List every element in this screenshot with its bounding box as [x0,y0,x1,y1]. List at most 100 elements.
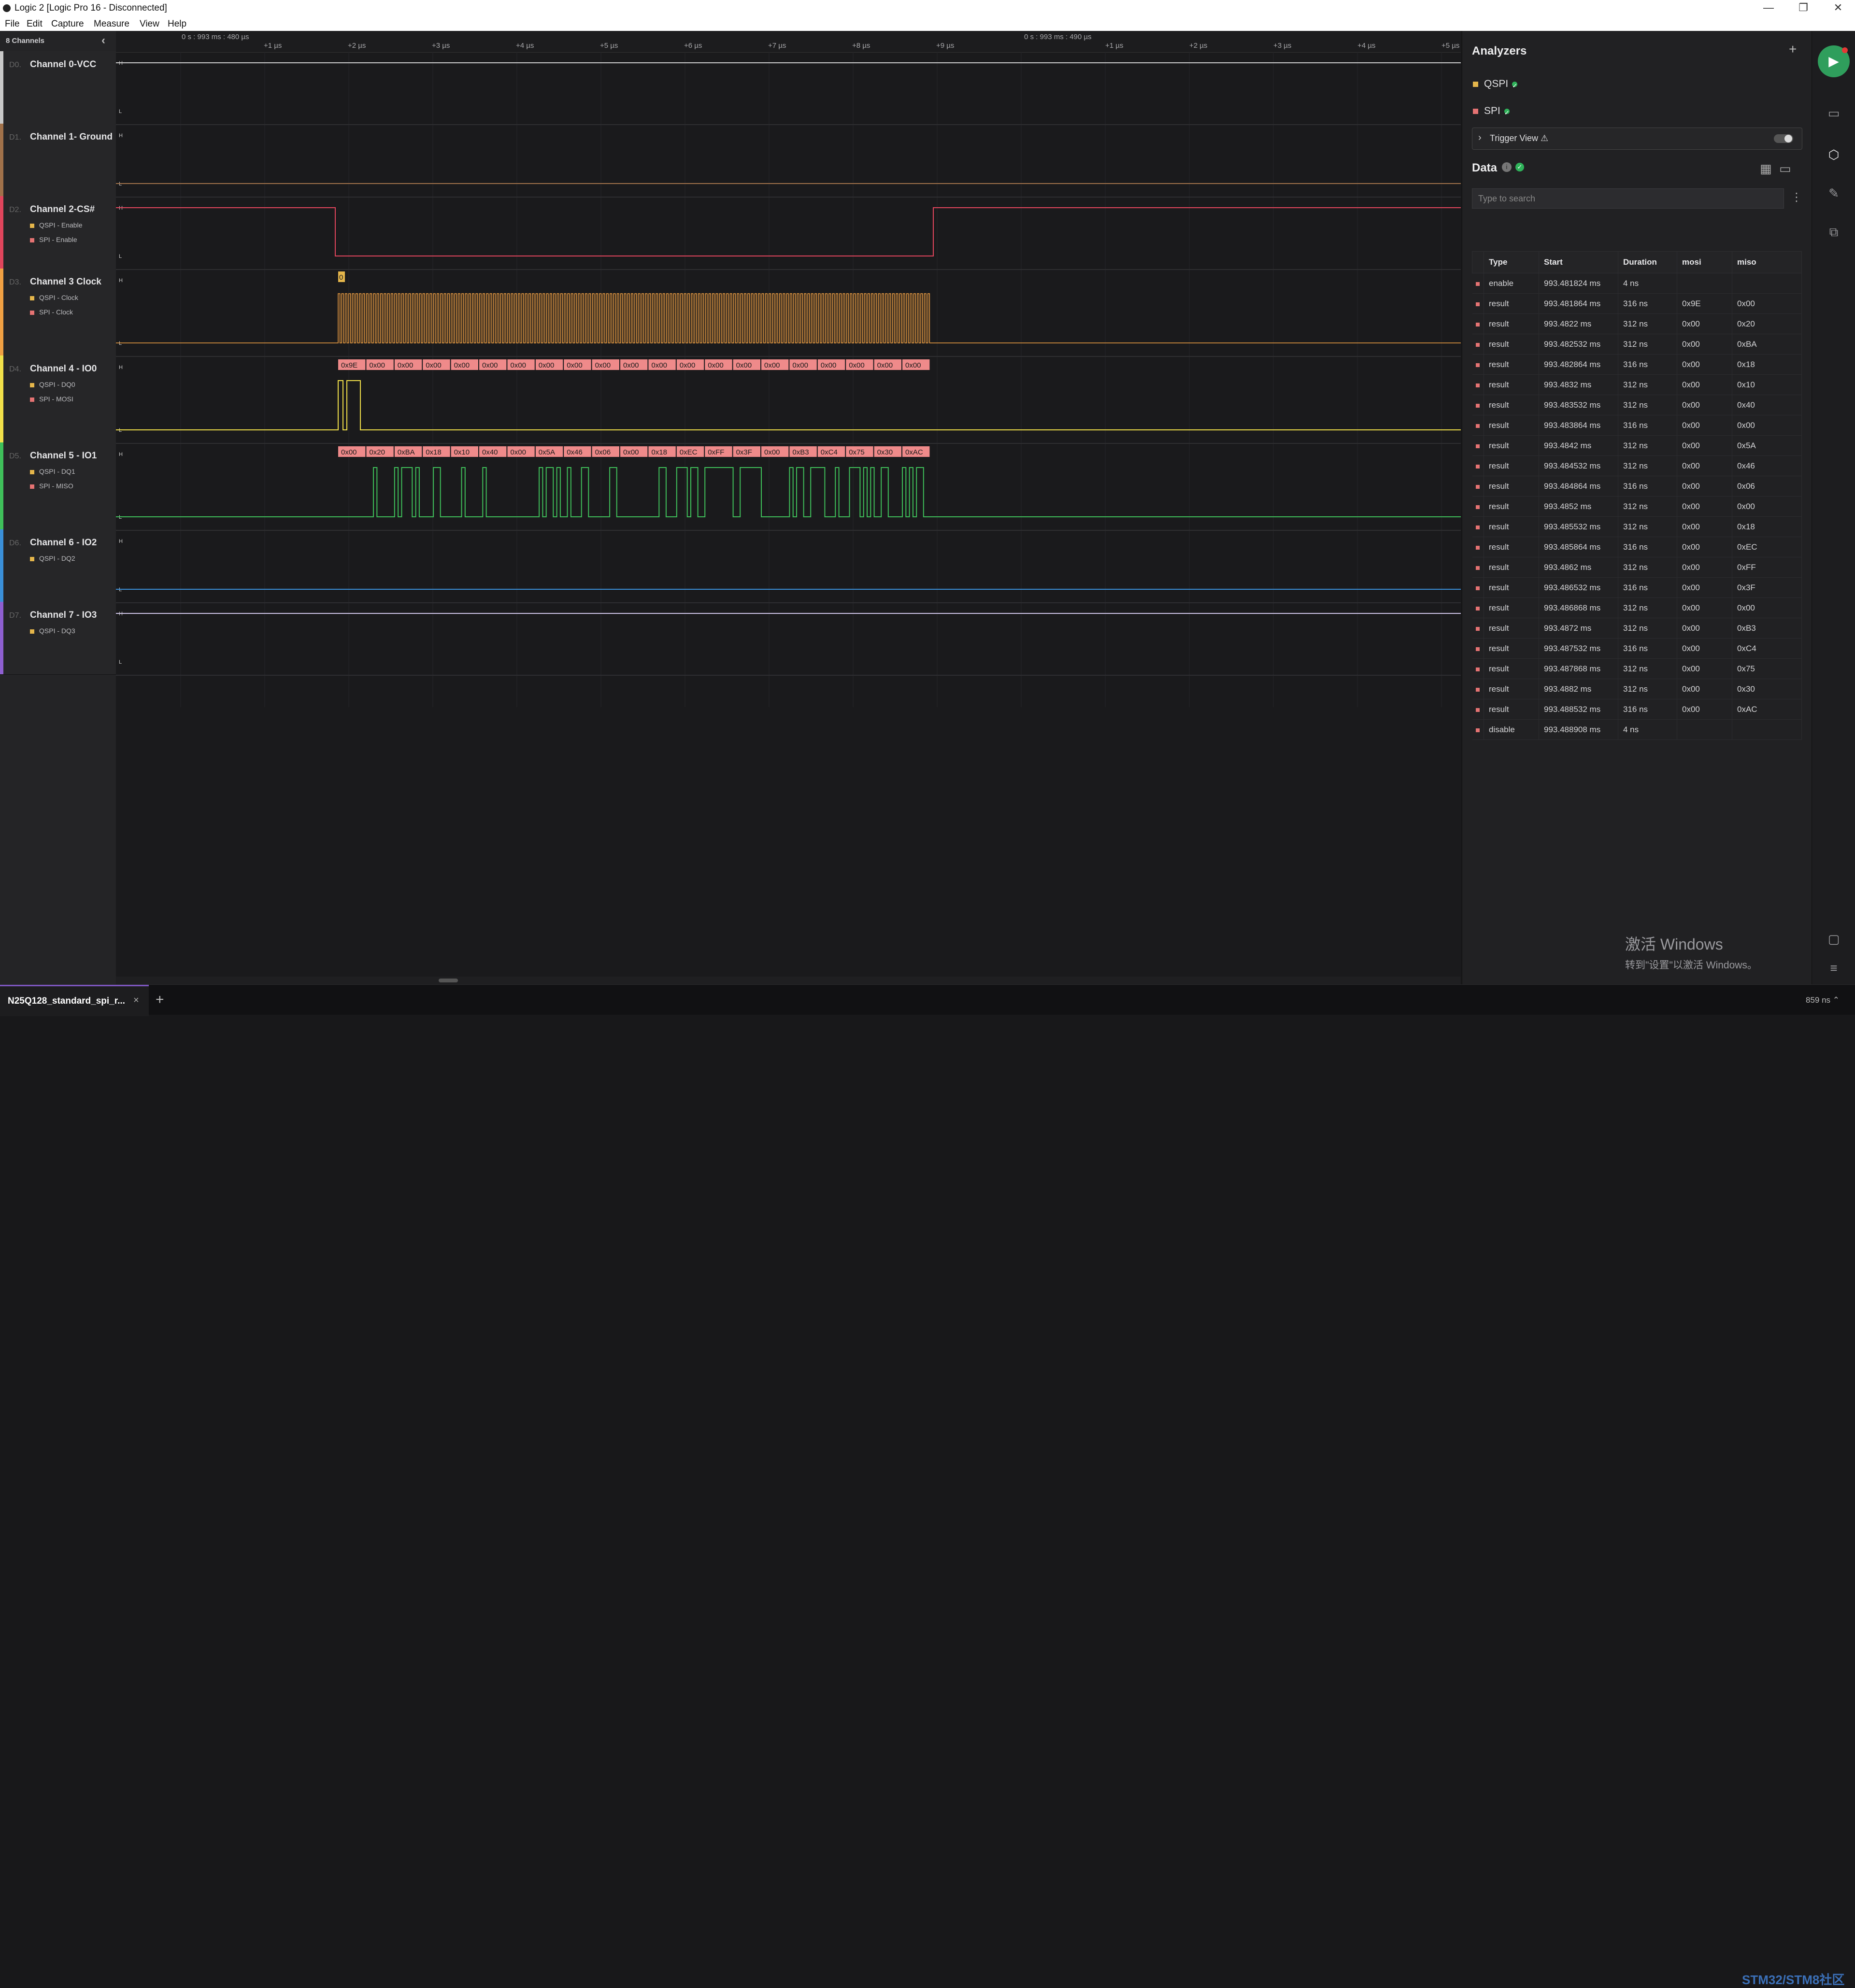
table-cell: 993.484864 ms [1539,476,1618,497]
table-row[interactable]: result 993.487868 ms 312 ns 0x00 0x75 [1472,658,1802,679]
channel-name[interactable]: Channel 1- Ground [30,132,113,142]
trigger-view-toggle[interactable] [1774,134,1793,143]
table-row[interactable]: result 993.485532 ms 312 ns 0x00 0x18 [1472,516,1802,537]
table-header-cell[interactable]: mosi [1677,251,1732,273]
keyboard-icon[interactable]: ▭ [1824,103,1843,123]
mosi-byte-label: 0x00 [426,361,442,369]
menu-edit[interactable]: Edit [27,19,43,29]
trigger-view-row[interactable]: › Trigger View ⚠ [1472,128,1802,150]
table-view-icon[interactable]: ▦ [1760,161,1772,176]
play-icon[interactable]: ▶ [1818,45,1850,77]
menu-icon[interactable]: ≡ [1824,958,1843,978]
table-row[interactable]: result 993.486868 ms 312 ns 0x00 0x00 [1472,597,1802,618]
table-row[interactable]: enable 993.481824 ms 4 ns [1472,273,1802,294]
menu-file[interactable]: File [5,19,20,29]
channel-row[interactable]: D7. Channel 7 - IO3 QSPI - DQ3 [0,602,116,675]
channel-row[interactable]: D5. Channel 5 - IO1 QSPI - DQ1 SPI - MISO [0,442,116,530]
channel-color-stripe [0,196,3,269]
table-row[interactable]: result 993.484532 ms 312 ns 0x00 0x46 [1472,455,1802,476]
table-row[interactable]: disable 993.488908 ms 4 ns [1472,719,1802,740]
data-title: Data [1472,161,1498,174]
table-row[interactable]: result 993.485864 ms 316 ns 0x00 0xEC [1472,537,1802,557]
menu-measure[interactable]: Measure [94,19,129,29]
channel-name[interactable]: Channel 7 - IO3 [30,610,97,621]
channel-name[interactable]: Channel 3 Clock [30,277,101,287]
channel-color-stripe [0,124,3,196]
analyzer-icon[interactable]: ⬡ [1824,145,1843,164]
terminal-view-icon[interactable]: ▭ [1779,161,1791,176]
table-row[interactable]: result 993.483532 ms 312 ns 0x00 0x40 [1472,395,1802,415]
table-header-cell[interactable]: Start [1539,251,1618,273]
table-cell: 993.483532 ms [1539,395,1618,415]
add-tab-icon[interactable]: + [156,992,164,1008]
table-row[interactable]: result 993.4862 ms 312 ns 0x00 0xFF [1472,557,1802,578]
close-tab-icon[interactable]: × [133,995,139,1006]
table-row[interactable]: result 993.484864 ms 316 ns 0x00 0x06 [1472,476,1802,497]
table-row[interactable]: result 993.483864 ms 316 ns 0x00 0x00 [1472,415,1802,436]
miso-byte-label: 0xBA [398,448,415,456]
analyzer-item-spi[interactable]: SPI ✓ [1473,105,1515,117]
chat-icon[interactable]: ▢ [1824,929,1843,949]
channel-row[interactable]: D3. Channel 3 Clock QSPI - Clock SPI - Cloc… [0,269,116,356]
more-options-icon[interactable]: ⋮ [1791,190,1802,204]
table-row[interactable]: result 993.4822 ms 312 ns 0x00 0x20 [1472,313,1802,334]
table-row[interactable]: result 993.482532 ms 312 ns 0x00 0xBA [1472,334,1802,355]
table-row[interactable]: result 993.4852 ms 312 ns 0x00 0x00 [1472,496,1802,517]
collapse-sidebar-icon[interactable]: ‹ [101,34,105,47]
table-row[interactable]: result 993.481864 ms 316 ns 0x9E 0x00 [1472,293,1802,314]
menu-view[interactable]: View [140,19,159,29]
analyzer-item-qspi[interactable]: QSPI ✓ [1473,78,1523,90]
restore-button[interactable]: ❐ [1786,0,1820,16]
channel-row[interactable]: D0. Channel 0-VCC [0,51,116,124]
capture-tab[interactable]: N25Q128_standard_spi_r... × [0,985,149,1016]
ruler-tick: +8 µs [852,42,870,50]
channel-name[interactable]: Channel 4 - IO0 [30,364,97,374]
table-cell: 0xAC [1732,699,1802,720]
table-header-row: Type Start Duration mosi miso [1472,251,1802,273]
table-cell: 316 ns [1618,354,1677,375]
channel-row[interactable]: D2. Channel 2-CS# QSPI - Enable SPI - Enabl… [0,196,116,269]
chevron-right-icon[interactable]: › [1478,132,1482,143]
scrollbar-thumb[interactable] [439,979,458,982]
table-header-cell[interactable]: Type [1484,251,1539,273]
table-row[interactable]: result 993.486532 ms 316 ns 0x00 0x3F [1472,577,1802,598]
table-cell: 4 ns [1618,273,1677,294]
info-icon[interactable]: i [1502,162,1512,172]
table-row[interactable]: result 993.488532 ms 316 ns 0x00 0xAC [1472,699,1802,720]
channel-name[interactable]: Channel 0-VCC [30,59,96,70]
channel-name[interactable]: Channel 5 - IO1 [30,451,97,461]
table-header-cell[interactable]: miso [1732,251,1802,273]
menu-help[interactable]: Help [168,19,186,29]
table-cell: 316 ns [1618,293,1677,314]
time-ruler[interactable]: 0 s : 993 ms : 480 µs 0 s : 993 ms : 490… [116,31,1461,53]
check-icon: ✓ [1512,81,1518,89]
table-cell: 0x00 [1677,679,1732,699]
marker-icon[interactable]: ✎ [1824,184,1843,203]
waveform-area[interactable]: 0 s : 993 ms : 480 µs 0 s : 993 ms : 490… [116,31,1461,984]
channel-number: D7. [9,611,21,620]
horizontal-scrollbar[interactable] [116,977,1461,984]
watermark-line2: 转到"设置"以激活 Windows。 [1625,960,1757,971]
channel-row[interactable]: D6. Channel 6 - IO2 QSPI - DQ2 [0,529,116,602]
table-row[interactable]: result 993.487532 ms 316 ns 0x00 0xC4 [1472,638,1802,659]
channel-name[interactable]: Channel 6 - IO2 [30,538,97,548]
table-cell: 0x00 [1677,455,1732,476]
minimize-button[interactable]: — [1752,0,1785,16]
close-button[interactable]: ✕ [1821,0,1855,16]
table-row[interactable]: result 993.4882 ms 312 ns 0x00 0x30 [1472,679,1802,699]
waveform-canvas[interactable]: HLHLHLHLHLHLHLHL00x9E 0x00 0x00 0x00 0x00 0x0… [116,52,1461,707]
table-row[interactable]: result 993.4872 ms 312 ns 0x00 0xB3 [1472,618,1802,639]
table-row[interactable]: result 993.4832 ms 312 ns 0x00 0x10 [1472,374,1802,395]
extension-icon[interactable]: ⧉ [1824,222,1843,241]
channel-name[interactable]: Channel 2-CS# [30,204,95,215]
search-input[interactable] [1472,188,1784,209]
table-row[interactable]: result 993.4842 ms 312 ns 0x00 0x5A [1472,435,1802,456]
channel-row[interactable]: D1. Channel 1- Ground [0,124,116,197]
table-header-cell[interactable]: Duration [1618,251,1677,273]
add-analyzer-icon[interactable]: + [1789,42,1797,57]
channel-row[interactable]: D4. Channel 4 - IO0 QSPI - DQ0 SPI - MOSI [0,355,116,443]
table-cell: 993.481864 ms [1539,293,1618,314]
table-row[interactable]: result 993.482864 ms 316 ns 0x00 0x18 [1472,354,1802,375]
menu-capture[interactable]: Capture [51,19,84,29]
status-duration[interactable]: 859 ns ⌃ [1806,995,1840,1005]
